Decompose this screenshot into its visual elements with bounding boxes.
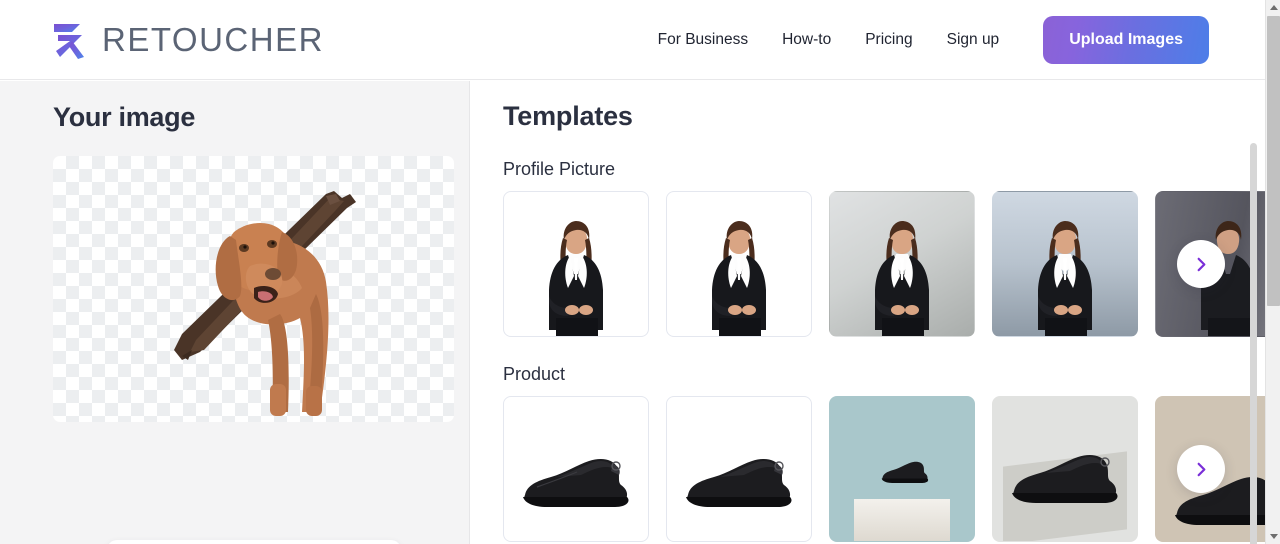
edit-button[interactable]: Edit	[107, 540, 401, 544]
scroll-down-arrow[interactable]	[1266, 529, 1280, 544]
nav-link-how-to[interactable]: How-to	[782, 31, 831, 49]
sneaker-figure	[1012, 455, 1118, 503]
nav-link-pricing[interactable]: Pricing	[865, 31, 912, 49]
chevron-right-icon	[1197, 257, 1205, 271]
template-card-profile-blue-gradient[interactable]	[992, 191, 1138, 337]
site-header: RETOUCHER For Business How-to Pricing Si…	[0, 0, 1265, 80]
dog-image	[53, 156, 454, 422]
app-root: RETOUCHER For Business How-to Pricing Si…	[0, 0, 1280, 544]
browser-scrollbar[interactable]	[1265, 0, 1280, 544]
your-image-title: Your image	[53, 102, 196, 132]
template-card-product-teal-pedestal[interactable]	[829, 396, 975, 542]
template-card-profile-white[interactable]	[666, 191, 812, 337]
group-title-profile-picture: Profile Picture	[503, 159, 616, 179]
browser-scrollbar-thumb[interactable]	[1267, 16, 1280, 306]
brand-logo[interactable]: RETOUCHER	[50, 19, 324, 61]
template-card-product-transparent[interactable]	[503, 396, 649, 542]
carousel-next-product-button[interactable]	[1177, 445, 1225, 493]
content-area: Your image Templates Profile Picture Pro…	[0, 81, 1265, 544]
template-card-product-light-box[interactable]	[992, 396, 1138, 542]
template-carousel-profile	[471, 191, 1265, 337]
template-group-product: Product	[471, 364, 1265, 542]
carousel-next-profile-button[interactable]	[1177, 240, 1225, 288]
woman-figure	[875, 221, 929, 336]
templates-panel: Templates Profile Picture Product	[471, 81, 1265, 544]
main-nav: For Business How-to Pricing Sign up Uplo…	[658, 15, 1209, 64]
template-carousel-product	[471, 396, 1265, 542]
template-card-profile-gray-gradient[interactable]	[829, 191, 975, 337]
nav-link-for-business[interactable]: For Business	[658, 31, 748, 49]
pedestal-prop	[854, 499, 950, 541]
template-group-profile-picture: Profile Picture	[471, 159, 1265, 337]
woman-figure	[549, 221, 603, 336]
nav-link-sign-up[interactable]: Sign up	[947, 31, 1000, 49]
upload-images-button[interactable]: Upload Images	[1043, 15, 1209, 64]
template-card-product-white[interactable]	[666, 396, 812, 542]
your-image-panel: Your image	[0, 81, 470, 544]
woman-figure	[712, 221, 766, 336]
woman-figure	[1038, 221, 1092, 336]
scroll-up-arrow[interactable]	[1266, 0, 1280, 15]
uploaded-image-preview[interactable]	[53, 156, 454, 422]
sneaker-figure	[881, 461, 929, 483]
chevron-right-icon	[1197, 462, 1205, 476]
templates-title: Templates	[503, 101, 633, 131]
sneaker-figure	[523, 459, 629, 507]
template-card-profile-transparent[interactable]	[503, 191, 649, 337]
dog-with-stick-illustration	[173, 191, 356, 416]
brand-name: RETOUCHER	[102, 20, 324, 58]
sneaker-figure	[686, 459, 792, 507]
templates-scrollbar-thumb[interactable]	[1250, 143, 1257, 544]
templates-scrollbar[interactable]	[1250, 143, 1257, 544]
group-title-product: Product	[503, 364, 566, 384]
retoucher-logo-icon	[54, 23, 84, 59]
